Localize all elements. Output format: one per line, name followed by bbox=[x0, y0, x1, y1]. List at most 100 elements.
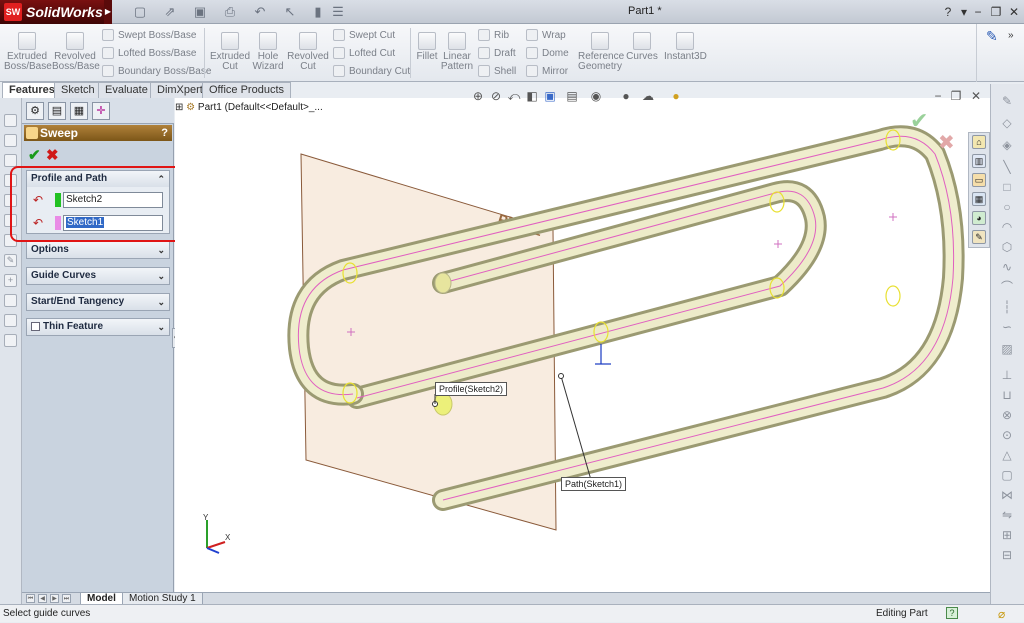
edit-appearance-icon[interactable]: ● bbox=[619, 89, 633, 103]
cancel-button[interactable]: ✖ bbox=[46, 146, 59, 164]
print-icon[interactable]: ⎙ bbox=[222, 4, 238, 20]
expand-chevron-icon[interactable]: ⌄ bbox=[157, 294, 165, 310]
open-folder-icon[interactable]: ⇗ bbox=[162, 4, 178, 20]
fillet-button[interactable]: Fillet bbox=[414, 32, 440, 62]
file-explorer-icon[interactable]: ▭ bbox=[972, 173, 986, 187]
curves-button[interactable]: Curves bbox=[624, 32, 660, 62]
extruded-boss-button[interactable]: Extruded Boss/Base bbox=[4, 32, 52, 72]
scale-icon[interactable]: ⇋ bbox=[1000, 508, 1014, 522]
graphics-area[interactable]: ⊞ ⚙ Part1 (Default<<Default>_... Plane1 bbox=[175, 89, 990, 592]
eraser-icon[interactable]: ◈ bbox=[1000, 138, 1014, 152]
confirmation-ok-icon[interactable]: ✔ bbox=[910, 108, 928, 134]
linear-pattern-button[interactable]: Linear Pattern bbox=[440, 32, 474, 72]
shell-icon[interactable] bbox=[4, 334, 17, 347]
new-document-icon[interactable]: ▢ bbox=[132, 4, 148, 20]
view-settings-icon[interactable]: ● bbox=[669, 89, 683, 103]
relations-icon[interactable]: ⊟ bbox=[1000, 548, 1014, 562]
rib-button[interactable]: Rib bbox=[478, 27, 509, 45]
view-palette-icon[interactable]: ▦ bbox=[972, 192, 986, 206]
rebuild-status-icon[interactable]: ⌀ bbox=[998, 606, 1005, 623]
options-icon[interactable]: ☰ bbox=[330, 4, 346, 20]
lofted-cut-button[interactable]: Lofted Cut bbox=[333, 45, 395, 63]
configuration-manager-tab-icon[interactable]: ▦ bbox=[70, 102, 88, 120]
sketch-icon[interactable]: ✎ bbox=[4, 254, 17, 267]
move-icon[interactable]: △ bbox=[1000, 448, 1014, 462]
swept-boss-button[interactable]: Swept Boss/Base bbox=[102, 27, 196, 45]
expand-chevron-icon[interactable]: ⌄ bbox=[157, 242, 165, 258]
viewport-minimize-icon[interactable]: − bbox=[931, 89, 945, 103]
rotate-icon[interactable]: ⋈ bbox=[1000, 488, 1014, 502]
save-icon[interactable]: ▣ bbox=[192, 4, 208, 20]
undo-icon[interactable]: ↶ bbox=[252, 4, 268, 20]
start-end-tangency-group[interactable]: Start/End Tangency ⌄ bbox=[26, 293, 170, 311]
ok-button[interactable]: ✔ bbox=[28, 146, 41, 164]
viewport-restore-icon[interactable]: ❐ bbox=[949, 89, 963, 103]
dome-button[interactable]: Dome bbox=[526, 45, 569, 63]
select-pointer-icon[interactable]: ↖ bbox=[282, 4, 298, 20]
pattern-sketch-icon[interactable]: ⊞ bbox=[1000, 528, 1014, 542]
pin-icon[interactable]: ✎ bbox=[986, 28, 998, 45]
thin-feature-group[interactable]: Thin Feature ⌄ bbox=[26, 318, 170, 336]
group-header[interactable]: Guide Curves ⌄ bbox=[27, 268, 169, 284]
close-button[interactable]: ✕ bbox=[1006, 4, 1022, 20]
previous-view-icon[interactable]: ⤺ bbox=[507, 89, 521, 103]
revolved-boss-button[interactable]: Revolved Boss/Base bbox=[52, 32, 100, 72]
tab-office-products[interactable]: Office Products bbox=[202, 82, 291, 98]
smart-dimension-icon[interactable]: ◇ bbox=[1000, 116, 1014, 130]
design-library-icon[interactable]: ▥ bbox=[972, 154, 986, 168]
revolve-icon[interactable] bbox=[4, 134, 17, 147]
options-group[interactable]: Options ⌄ bbox=[26, 241, 170, 259]
tab-sketch[interactable]: Sketch bbox=[54, 82, 102, 98]
reference-icon[interactable]: + bbox=[4, 274, 17, 287]
help-icon[interactable]: ? bbox=[940, 4, 956, 20]
mirror-icon[interactable] bbox=[4, 314, 17, 327]
extend-icon[interactable]: ⊔ bbox=[1000, 388, 1014, 402]
copy-icon[interactable]: ▢ bbox=[1000, 468, 1014, 482]
rectangle-icon[interactable]: □ bbox=[1000, 180, 1014, 194]
rebuild-icon[interactable]: ▮ bbox=[310, 4, 326, 20]
sweep-icon[interactable] bbox=[4, 154, 17, 167]
apply-scene-icon[interactable]: ☁ bbox=[641, 89, 655, 103]
zoom-to-fit-icon[interactable]: ⊕ bbox=[471, 89, 485, 103]
first-tab-icon[interactable]: ⏮ bbox=[26, 594, 35, 603]
custom-properties-icon[interactable]: ✎ bbox=[972, 230, 986, 244]
group-header[interactable]: Start/End Tangency ⌄ bbox=[27, 294, 169, 310]
trim-icon[interactable]: ⊥ bbox=[1000, 368, 1014, 382]
spline-icon[interactable]: ∿ bbox=[1000, 260, 1014, 274]
guide-curves-group[interactable]: Guide Curves ⌄ bbox=[26, 267, 170, 285]
sketch-icon[interactable]: ✎ bbox=[1000, 94, 1014, 108]
property-manager-tab-icon[interactable]: ▤ bbox=[48, 102, 66, 120]
mirror-button[interactable]: Mirror bbox=[526, 63, 568, 81]
swept-cut-button[interactable]: Swept Cut bbox=[333, 27, 395, 45]
draft-button[interactable]: Draft bbox=[478, 45, 516, 63]
expand-chevron-icon[interactable]: ⌄ bbox=[157, 268, 165, 284]
display-style-icon[interactable]: ▤ bbox=[565, 89, 579, 103]
tab-evaluate[interactable]: Evaluate bbox=[98, 82, 155, 98]
menu-expand-icon[interactable]: ▶ bbox=[104, 0, 112, 24]
restore-button[interactable]: ❐ bbox=[988, 4, 1004, 20]
quick-tips-icon[interactable]: ? bbox=[946, 607, 958, 619]
expand-chevron-icon[interactable]: ⌄ bbox=[157, 319, 165, 335]
reference-geometry-button[interactable]: Reference Geometry bbox=[578, 32, 624, 72]
shell-button[interactable]: Shell bbox=[478, 63, 516, 81]
extrude-icon[interactable] bbox=[4, 114, 17, 127]
centerline-icon[interactable]: ┆ bbox=[1000, 300, 1014, 314]
view-orientation-icon[interactable]: ▣ bbox=[543, 89, 557, 103]
thin-feature-checkbox[interactable] bbox=[31, 321, 40, 331]
group-header[interactable]: Options ⌄ bbox=[27, 242, 169, 258]
zoom-to-area-icon[interactable]: ⊘ bbox=[489, 89, 503, 103]
previous-tab-icon[interactable]: ◀ bbox=[38, 594, 47, 603]
section-view-icon[interactable]: ◧ bbox=[525, 89, 539, 103]
next-tab-icon[interactable]: ▶ bbox=[50, 594, 59, 603]
tab-features[interactable]: Features bbox=[2, 82, 62, 98]
path-callout[interactable]: Path(Sketch1) bbox=[561, 477, 627, 491]
hole-wizard-button[interactable]: Hole Wizard bbox=[250, 32, 286, 72]
boundary-cut-button[interactable]: Boundary Cut bbox=[333, 63, 410, 81]
feature-manager-tab-icon[interactable]: ⚙ bbox=[26, 102, 44, 120]
last-tab-icon[interactable]: ⏭ bbox=[62, 594, 71, 603]
extruded-cut-button[interactable]: Extruded Cut bbox=[208, 32, 252, 72]
profile-callout[interactable]: Profile(Sketch2) bbox=[435, 382, 508, 396]
appearances-icon[interactable]: ◕ bbox=[972, 211, 986, 225]
viewport-close-icon[interactable]: ✕ bbox=[969, 89, 983, 103]
group-header[interactable]: Thin Feature ⌄ bbox=[27, 319, 169, 335]
